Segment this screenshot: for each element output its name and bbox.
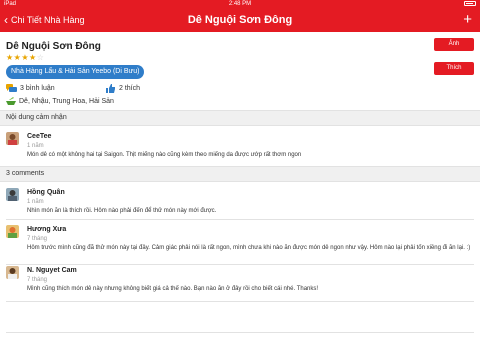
comments-count-label: 3 bình luận [20,84,55,92]
battery-icon [464,1,476,6]
avatar-image [6,132,19,145]
comments-count[interactable]: 3 bình luận [6,83,55,93]
comment-text: Hôm trước mình cũng đã thử món này tại đ… [27,245,471,251]
comment-bubble-icon [6,83,17,93]
impression-header: Nội dung cảm nhận [0,110,480,126]
star-filled-icon: ★ [21,53,30,62]
status-bar: iPad 2:48 PM [0,0,480,8]
review-author[interactable]: CeeTee [27,133,51,140]
back-button-label: Chi Tiết Nhà Hàng [11,15,85,25]
comment-item: N. Nguyet Cam 7 tháng Mình cũng thích mó… [0,265,480,301]
restaurant-tags: Dê, Nhậu, Trung Hoa, Hải Sản [6,96,114,106]
star-filled-icon: ★ [6,53,14,62]
rating-stars: ★★★★☆ [6,53,44,62]
category-badge[interactable]: Nhà Hàng Lẩu & Hải Sản Yeebo (Di Bưu) [6,65,145,79]
restaurant-tags-label: Dê, Nhậu, Trung Hoa, Hải Sản [19,97,114,105]
impression-review: CeeTee 1 năm Món dê có một không hai tại… [0,126,480,166]
comment-item: Hồng Quân 1 năm Nhìn món ăn là thích rồi… [0,182,480,220]
avatar[interactable] [6,225,19,238]
star-empty-icon: ☆ [36,53,45,62]
avatar-image [6,266,19,279]
comment-author[interactable]: N. Nguyet Cam [27,267,77,274]
chevron-left-icon: ‹ [4,13,8,27]
restaurant-name: Dê Nguội Sơn Đông [6,41,101,52]
back-button[interactable]: ‹ Chi Tiết Nhà Hàng [4,8,85,32]
comment-text: Nhìn món ăn là thích rồi. Hôm nào phải đ… [27,208,217,214]
food-bowl-icon [6,96,16,105]
review-time: 1 năm [27,143,44,149]
avatar[interactable] [6,188,19,201]
status-time: 2:48 PM [228,1,252,7]
avatar[interactable] [6,132,19,145]
likes-count-label: 2 thích [119,84,141,92]
comment-divider [6,301,474,302]
comment-item: Hương Xưa 7 tháng Hôm trước mình cũng đã… [0,220,480,264]
restaurant-info: Dê Nguội Sơn Đông ★★★★☆ Nhà Hàng Lẩu & H… [0,32,480,120]
thumbs-up-icon [106,83,115,93]
avatar-image [6,188,19,201]
comment-time: 7 tháng [27,236,48,242]
likes-count[interactable]: 2 thích [106,83,140,93]
like-button[interactable]: Thích [434,62,474,75]
avatar-image [6,225,19,238]
comment-divider [6,332,474,333]
plus-icon[interactable]: + [463,8,472,32]
comment-text: Mình cũng thích món dê này nhưng không b… [27,286,319,292]
comment-time: 1 năm [27,199,44,205]
review-text: Món dê có một không hai tại Saigon. Thịt… [27,152,302,158]
comments-header: 3 comments [0,166,480,182]
navigation-bar: ‹ Chi Tiết Nhà Hàng Dê Nguội Sơn Đông + [0,8,480,32]
avatar[interactable] [6,266,19,279]
star-filled-icon: ★ [29,53,37,62]
comment-time: 7 tháng [27,277,48,283]
comment-author[interactable]: Hồng Quân [27,189,65,196]
photo-button[interactable]: Ảnh [434,38,474,51]
comment-author[interactable]: Hương Xưa [27,226,66,233]
